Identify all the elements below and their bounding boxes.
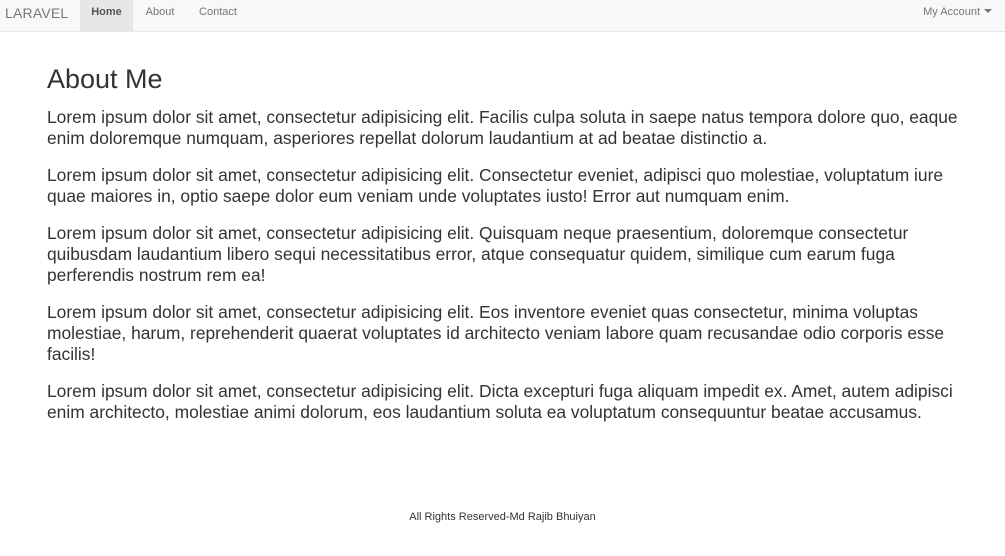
- nav-link-home[interactable]: Home: [80, 0, 133, 31]
- nav-link-contact[interactable]: Contact: [187, 0, 249, 31]
- paragraph-2: Lorem ipsum dolor sit amet, consectetur …: [47, 165, 944, 206]
- paragraph-4: Lorem ipsum dolor sit amet, consectetur …: [47, 302, 945, 364]
- nav-link-about[interactable]: About: [133, 0, 187, 31]
- caret-down-icon: [984, 9, 992, 14]
- brand-link[interactable]: LARAVEL: [5, 5, 68, 21]
- paragraph-3: Lorem ipsum dolor sit amet, consectetur …: [47, 223, 909, 285]
- page-title: About Me: [47, 64, 163, 94]
- paragraph-1: Lorem ipsum dolor sit amet, consectetur …: [47, 107, 958, 148]
- paragraph-5: Lorem ipsum dolor sit amet, consectetur …: [47, 381, 953, 422]
- top-navbar: LARAVEL Home About Contact My Account: [0, 0, 1005, 32]
- main-content: About Me Lorem ipsum dolor sit amet, con…: [47, 63, 962, 439]
- my-account-dropdown[interactable]: My Account: [923, 0, 992, 31]
- footer-text: All Rights Reserved-Md Rajib Bhuiyan: [409, 511, 596, 523]
- my-account-label: My Account: [923, 6, 980, 18]
